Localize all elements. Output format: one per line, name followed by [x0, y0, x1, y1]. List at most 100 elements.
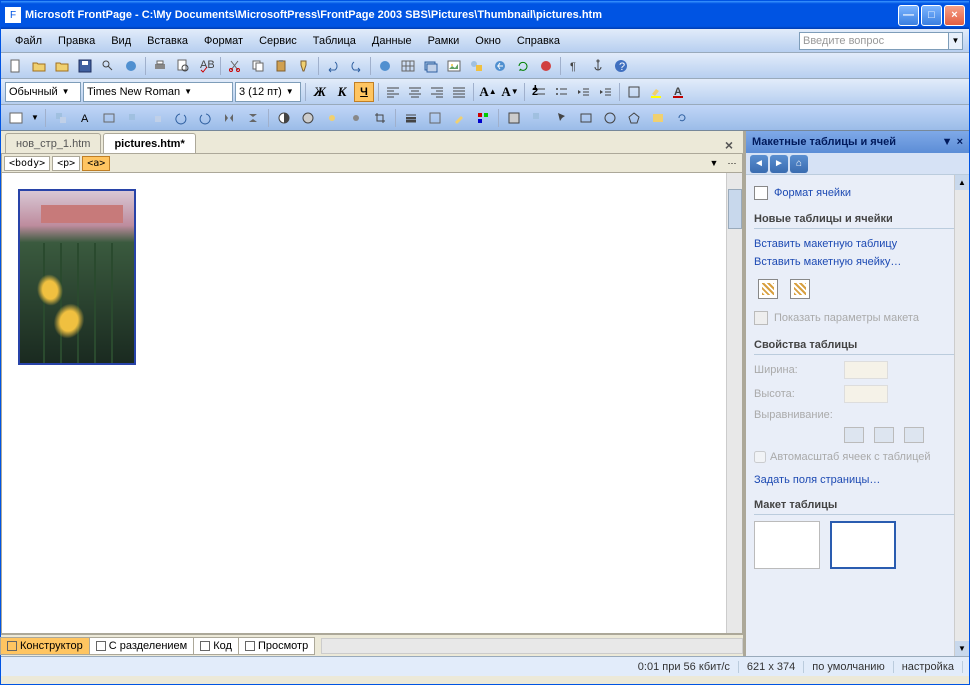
auto-thumbnail-button[interactable] [50, 107, 72, 129]
close-button[interactable]: × [944, 5, 965, 26]
bulleted-list-button[interactable] [551, 82, 571, 102]
format-cell-link[interactable]: Формат ячейки [754, 183, 961, 203]
crumb-body[interactable]: <body> [4, 156, 50, 171]
highlight-hotspots-button[interactable] [647, 107, 669, 129]
set-page-margins-link[interactable]: Задать поля страницы… [754, 471, 961, 489]
highlight-button[interactable] [646, 82, 666, 102]
align-center-button[interactable] [405, 82, 425, 102]
nav-back-button[interactable]: ◄ [750, 155, 768, 173]
justify-button[interactable] [449, 82, 469, 102]
refresh-button[interactable] [512, 55, 534, 77]
flip-v-button[interactable] [242, 107, 264, 129]
view-tab-preview[interactable]: Просмотр [238, 637, 315, 655]
menu-tools[interactable]: Сервис [251, 33, 305, 49]
taskpane-close-button[interactable]: × [957, 136, 963, 148]
menu-format[interactable]: Формат [196, 33, 251, 49]
taskpane-scrollbar[interactable]: ▲ ▼ [954, 175, 969, 656]
cut-button[interactable] [224, 55, 246, 77]
rotate-left-button[interactable] [170, 107, 192, 129]
new-button[interactable] [5, 55, 27, 77]
font-decrease-button[interactable]: A▼ [500, 82, 520, 102]
decrease-indent-button[interactable] [573, 82, 593, 102]
select-button[interactable] [551, 107, 573, 129]
spellcheck-button[interactable]: AB [195, 55, 217, 77]
send-backward-button[interactable] [146, 107, 168, 129]
document-tab-active[interactable]: pictures.htm* [103, 133, 195, 153]
menu-table[interactable]: Таблица [305, 33, 364, 49]
document-tab[interactable]: нов_стр_1.htm [5, 133, 101, 153]
crumb-a[interactable]: <a> [82, 156, 110, 171]
menu-view[interactable]: Вид [103, 33, 139, 49]
font-color-button[interactable]: A [668, 82, 688, 102]
style-combo[interactable]: Обычный▼ [5, 82, 81, 102]
numbered-list-button[interactable]: 12 [529, 82, 549, 102]
layout-tool-1-button[interactable] [758, 279, 778, 299]
bevel-button[interactable] [503, 107, 525, 129]
flip-h-button[interactable] [218, 107, 240, 129]
close-document-button[interactable]: × [725, 137, 733, 153]
bring-forward-button[interactable] [122, 107, 144, 129]
position-button[interactable] [98, 107, 120, 129]
open-button[interactable] [28, 55, 50, 77]
horizontal-scrollbar[interactable] [321, 638, 743, 654]
set-transparent-button[interactable] [448, 107, 470, 129]
menu-file[interactable]: Файл [7, 33, 50, 49]
size-combo[interactable]: 3 (12 пт)▼ [235, 82, 301, 102]
help-search-input[interactable]: Введите вопрос [799, 32, 949, 50]
scroll-down-button[interactable]: ▼ [955, 641, 969, 656]
text-button[interactable]: A [74, 107, 96, 129]
print-button[interactable] [149, 55, 171, 77]
menu-frames[interactable]: Рамки [420, 33, 468, 49]
help-button[interactable]: ? [610, 55, 632, 77]
web-component-button[interactable] [374, 55, 396, 77]
resample-button[interactable] [527, 107, 549, 129]
preview-button[interactable] [172, 55, 194, 77]
restore-button[interactable] [671, 107, 693, 129]
circle-hotspot-button[interactable] [599, 107, 621, 129]
paste-button[interactable] [270, 55, 292, 77]
scroll-up-button[interactable]: ▲ [955, 175, 969, 190]
save-button[interactable] [74, 55, 96, 77]
menu-edit[interactable]: Правка [50, 33, 103, 49]
hyperlink-button[interactable] [489, 55, 511, 77]
insert-layer-button[interactable] [420, 55, 442, 77]
redo-button[interactable] [345, 55, 367, 77]
insert-layout-table-link[interactable]: Вставить макетную таблицу [754, 235, 961, 253]
align-right-button[interactable] [427, 82, 447, 102]
insert-image-button[interactable] [5, 107, 27, 129]
taskpane-dropdown-button[interactable]: ▼ [942, 136, 953, 148]
menu-window[interactable]: Окно [467, 33, 509, 49]
borders-button[interactable] [624, 82, 644, 102]
font-combo[interactable]: Times New Roman▼ [83, 82, 233, 102]
editor-pane[interactable] [1, 173, 743, 634]
crumb-p[interactable]: <p> [52, 156, 80, 171]
crop-button[interactable] [369, 107, 391, 129]
layout-preset-1[interactable] [754, 521, 820, 569]
breadcrumb-options-button[interactable]: ⋯ [724, 155, 740, 171]
view-tab-split[interactable]: С разделением [89, 637, 195, 655]
status-mode[interactable]: по умолчанию [804, 661, 893, 673]
rectangle-hotspot-button[interactable] [575, 107, 597, 129]
align-left-button[interactable] [383, 82, 403, 102]
font-increase-button[interactable]: A▲ [478, 82, 498, 102]
more-contrast-button[interactable] [273, 107, 295, 129]
search-button[interactable] [97, 55, 119, 77]
rotate-right-button[interactable] [194, 107, 216, 129]
polygon-hotspot-button[interactable] [623, 107, 645, 129]
drawing-button[interactable] [466, 55, 488, 77]
menu-insert[interactable]: Вставка [139, 33, 196, 49]
view-tab-design[interactable]: Конструктор [0, 637, 90, 655]
less-contrast-button[interactable] [297, 107, 319, 129]
menu-data[interactable]: Данные [364, 33, 420, 49]
increase-indent-button[interactable] [595, 82, 615, 102]
stop-button[interactable] [535, 55, 557, 77]
color-button[interactable] [472, 107, 494, 129]
image-dropdown[interactable]: ▼ [29, 107, 41, 129]
layout-preset-2[interactable] [830, 521, 896, 569]
italic-button[interactable]: К [332, 82, 352, 102]
underline-button[interactable]: Ч [354, 82, 374, 102]
close-button[interactable] [51, 55, 73, 77]
insert-picture-button[interactable] [443, 55, 465, 77]
paragraph-marks-button[interactable]: ¶ [564, 55, 586, 77]
copy-button[interactable] [247, 55, 269, 77]
